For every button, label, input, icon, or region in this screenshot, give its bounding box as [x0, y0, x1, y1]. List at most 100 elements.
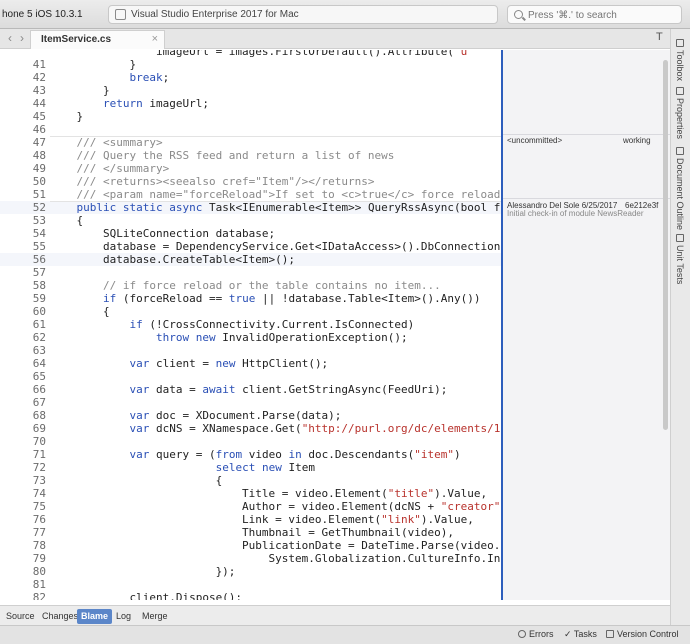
tab-label: ItemService.cs: [41, 34, 112, 45]
line-number: 44: [32, 97, 46, 110]
version-control-icon: [606, 630, 614, 638]
code-line[interactable]: var doc = XDocument.Parse(data);: [50, 409, 341, 422]
code-line[interactable]: /// <summary>: [50, 136, 162, 149]
code-line[interactable]: var dcNS = XNamespace.Get("http://purl.o…: [50, 422, 500, 435]
code-line[interactable]: if (!CrossConnectivity.Current.IsConnect…: [50, 318, 414, 331]
line-number: 60: [32, 305, 46, 318]
line-number: 81: [32, 578, 46, 591]
line-number: 56: [32, 253, 46, 266]
line-number: 46: [32, 123, 46, 136]
line-number: 71: [32, 448, 46, 461]
line-number: [0, 50, 46, 58]
forward-arrow-icon[interactable]: ›: [16, 32, 28, 45]
editor-scrollbar[interactable]: [663, 60, 668, 430]
search-icon: [514, 10, 523, 19]
tasks-pad-button[interactable]: ✓ Tasks: [564, 629, 597, 640]
device-selector[interactable]: hone 5 iOS 10.3.1: [0, 7, 83, 23]
blame-panel: <uncommitted> working Alessandro Del Sol…: [501, 50, 670, 600]
code-line[interactable]: database = DependencyService.Get<IDataAc…: [50, 240, 500, 253]
blame-uncommitted-label: <uncommitted>: [507, 136, 563, 145]
code-line[interactable]: {: [50, 474, 223, 487]
bottom-view-tabs: Source Changes Blame Log Merge: [0, 605, 670, 625]
tab-blame[interactable]: Blame: [77, 609, 113, 624]
search-input[interactable]: [528, 8, 678, 22]
tab-source[interactable]: Source: [2, 609, 39, 624]
code-editor[interactable]: imageUrl = images.FirstOrDefault().Attri…: [0, 50, 501, 600]
line-number: 53: [32, 214, 46, 227]
code-line[interactable]: select new Item: [50, 461, 315, 474]
line-number: 82: [32, 591, 46, 600]
sidebar-tab-unit-tests[interactable]: Unit Tests: [675, 234, 685, 284]
check-icon: ✓: [564, 629, 574, 639]
line-number: 47: [32, 136, 46, 149]
code-line[interactable]: });: [50, 565, 236, 578]
line-number: 57: [32, 266, 46, 279]
line-number: 75: [32, 500, 46, 513]
status-bar: Errors ✓ Tasks Version Control: [0, 625, 690, 644]
line-number: 61: [32, 318, 46, 331]
back-arrow-icon[interactable]: ‹: [4, 32, 16, 45]
unit-tests-icon: [676, 234, 684, 242]
sidebar-tab-toolbox[interactable]: Toolbox: [675, 39, 685, 81]
toolbox-toggle-icon[interactable]: T: [656, 31, 663, 43]
code-line[interactable]: System.Globalization.CultureInfo.In: [50, 552, 501, 565]
code-line[interactable]: var data = await client.GetStringAsync(F…: [50, 383, 447, 396]
close-icon[interactable]: ×: [152, 33, 158, 45]
sidebar-tab-document-outline[interactable]: Document Outline: [675, 147, 685, 230]
line-number: 74: [32, 487, 46, 500]
code-line[interactable]: {: [50, 214, 83, 227]
outline-icon: [676, 147, 684, 155]
line-number: 68: [32, 409, 46, 422]
code-line[interactable]: public static async Task<IEnumerable<Ite…: [50, 201, 501, 214]
code-line[interactable]: // if force reload or the table contains…: [50, 279, 441, 292]
right-sidebar: Toolbox Properties Document Outline Unit…: [670, 29, 690, 625]
code-line[interactable]: imageUrl = images.FirstOrDefault().Attri…: [50, 50, 467, 58]
blame-divider: [503, 198, 670, 199]
status-display: Visual Studio Enterprise 2017 for Mac: [108, 5, 498, 24]
tab-log[interactable]: Log: [112, 609, 135, 624]
code-line[interactable]: }: [50, 84, 110, 97]
code-line[interactable]: SQLiteConnection database;: [50, 227, 275, 240]
visual-studio-icon: [115, 9, 126, 20]
version-control-pad-button[interactable]: Version Control: [606, 629, 679, 639]
line-number: 54: [32, 227, 46, 240]
code-line[interactable]: {: [50, 305, 110, 318]
line-number: 42: [32, 71, 46, 84]
tab-changes[interactable]: Changes: [38, 609, 82, 624]
line-number: 65: [32, 370, 46, 383]
line-number: 77: [32, 526, 46, 539]
toolbox-icon: [676, 39, 684, 47]
code-line[interactable]: Link = video.Element("link").Value,: [50, 513, 474, 526]
code-line[interactable]: }: [50, 58, 136, 71]
code-line[interactable]: Title = video.Element("title").Value,: [50, 487, 487, 500]
errors-pad-button[interactable]: Errors: [518, 629, 554, 639]
line-number: 73: [32, 474, 46, 487]
sidebar-tab-properties[interactable]: Properties: [675, 87, 685, 139]
code-line[interactable]: throw new InvalidOperationException();: [50, 331, 408, 344]
code-line[interactable]: /// Query the RSS feed and return a list…: [50, 149, 394, 162]
code-line[interactable]: break;: [50, 71, 169, 84]
code-line[interactable]: Author = video.Element(dcNS + "creator": [50, 500, 500, 513]
code-line[interactable]: PublicationDate = DateTime.Parse(video.: [50, 539, 500, 552]
code-line[interactable]: /// <returns><seealso cref="Item"/></ret…: [50, 175, 374, 188]
line-number: 66: [32, 383, 46, 396]
line-number: 67: [32, 396, 46, 409]
tab-merge[interactable]: Merge: [138, 609, 172, 624]
code-line[interactable]: client.Dispose();: [50, 591, 242, 600]
code-line[interactable]: var client = new HttpClient();: [50, 357, 328, 370]
blame-divider: [503, 134, 670, 135]
line-number: 43: [32, 84, 46, 97]
code-line[interactable]: var query = (from video in doc.Descendan…: [50, 448, 460, 461]
code-line[interactable]: }: [50, 110, 83, 123]
code-line[interactable]: Thumbnail = GetThumbnail(video),: [50, 526, 454, 539]
tab-itemservice[interactable]: ItemService.cs ×: [30, 30, 165, 49]
line-number: 59: [32, 292, 46, 305]
line-number: 70: [32, 435, 46, 448]
global-search[interactable]: [507, 5, 682, 24]
code-line[interactable]: /// </summary>: [50, 162, 169, 175]
line-number: 80: [32, 565, 46, 578]
code-line[interactable]: database.CreateTable<Item>();: [50, 253, 295, 266]
code-line[interactable]: /// <param name="forceReload">If set to …: [50, 188, 500, 201]
code-line[interactable]: if (forceReload == true || !database.Tab…: [50, 292, 481, 305]
code-line[interactable]: return imageUrl;: [50, 97, 209, 110]
